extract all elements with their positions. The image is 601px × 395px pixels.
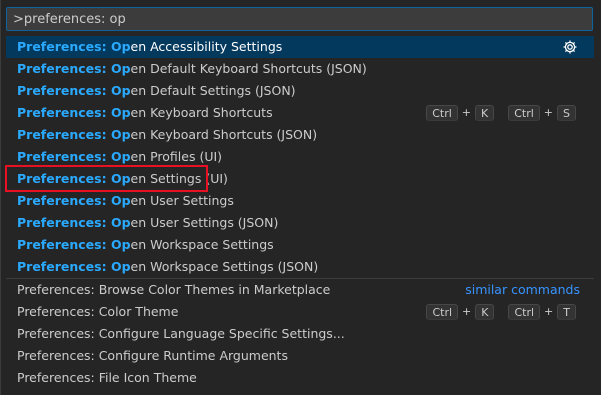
match-highlight: Preferences: Op [17,215,131,230]
key-ctrl: Ctrl [426,304,459,320]
command-results-list: Preferences: Open Accessibility Settings… [6,36,594,389]
command-item-color-theme[interactable]: Preferences: Color Theme Ctrl + K Ctrl +… [6,301,594,323]
match-highlight: Preferences: Op [17,127,131,142]
command-label: en Settings (UI) [130,171,228,186]
command-item-open-default-settings-json[interactable]: Preferences: Open Default Settings (JSON… [6,80,594,102]
match-highlight: Preferences: Op [17,237,131,252]
command-item-open-keyboard-shortcuts[interactable]: Preferences: Open Keyboard Shortcuts Ctr… [6,102,594,124]
command-label: en Profiles (UI) [130,149,223,164]
command-label: en Keyboard Shortcuts [130,105,273,120]
command-label: en Accessibility Settings [130,39,283,54]
command-label: Preferences: Configure Language Specific… [17,326,345,341]
key-k: K [475,105,495,121]
match-highlight: Preferences: Op [17,259,131,274]
match-highlight: Preferences: Op [17,83,131,98]
command-item-open-user-settings-json[interactable]: Preferences: Open User Settings (JSON) [6,212,594,234]
key-s: S [557,105,576,121]
gear-icon[interactable] [562,39,578,55]
command-item-file-icon-theme[interactable]: Preferences: File Icon Theme [6,367,594,389]
plus-sign: + [462,305,472,318]
command-item-browse-color-themes[interactable]: Preferences: Browse Color Themes in Mark… [6,279,594,301]
command-item-open-keyboard-shortcuts-json[interactable]: Preferences: Open Keyboard Shortcuts (JS… [6,124,594,146]
keybinding: Ctrl + K Ctrl + S [426,105,576,121]
command-label: en User Settings [130,193,234,208]
key-ctrl: Ctrl [426,105,458,121]
match-highlight: Preferences: Op [17,171,131,186]
similar-commands-label: similar commands [465,282,580,297]
match-highlight: Preferences: Op [17,193,131,208]
plus-sign: + [461,106,471,119]
key-t: T [557,304,576,320]
command-label: en Workspace Settings [130,237,274,252]
plus-sign: + [544,305,554,318]
command-label: Preferences: Browse Color Themes in Mark… [17,282,331,297]
command-item-open-accessibility-settings[interactable]: Preferences: Open Accessibility Settings [6,36,594,58]
command-item-open-workspace-settings[interactable]: Preferences: Open Workspace Settings [6,234,594,256]
key-ctrl: Ctrl [508,304,541,320]
keybinding: Ctrl + K Ctrl + T [426,304,576,320]
key-ctrl: Ctrl [508,105,540,121]
command-label: en Default Settings (JSON) [130,83,296,98]
match-highlight: Preferences: Op [17,149,131,164]
command-label: en Workspace Settings (JSON) [130,259,319,274]
command-label: en User Settings (JSON) [130,215,279,230]
command-item-open-default-keyboard-shortcuts-json[interactable]: Preferences: Open Default Keyboard Short… [6,58,594,80]
command-label: en Keyboard Shortcuts (JSON) [130,127,318,142]
match-highlight: Preferences: Op [17,39,131,54]
command-item-open-profiles-ui[interactable]: Preferences: Open Profiles (UI) [6,146,594,168]
command-label: en Default Keyboard Shortcuts (JSON) [130,61,367,76]
command-label: Preferences: Configure Runtime Arguments [17,348,288,363]
command-palette: Preferences: Open Accessibility Settings… [0,0,601,395]
command-input-box[interactable] [6,7,593,31]
command-item-open-user-settings[interactable]: Preferences: Open User Settings [6,190,594,212]
command-item-configure-runtime-arguments[interactable]: Preferences: Configure Runtime Arguments [6,345,594,367]
plus-sign: + [543,106,554,119]
match-highlight: Preferences: Op [17,61,131,76]
command-item-configure-language-settings[interactable]: Preferences: Configure Language Specific… [6,323,594,345]
command-label: Preferences: Color Theme [17,304,179,319]
key-k: K [475,304,495,320]
match-highlight: Preferences: Op [17,105,131,120]
command-item-open-workspace-settings-json[interactable]: Preferences: Open Workspace Settings (JS… [6,256,594,278]
command-search-input[interactable] [7,8,592,30]
command-label: Preferences: File Icon Theme [17,370,197,385]
command-item-open-settings-ui[interactable]: Preferences: Open Settings (UI) [6,168,594,190]
